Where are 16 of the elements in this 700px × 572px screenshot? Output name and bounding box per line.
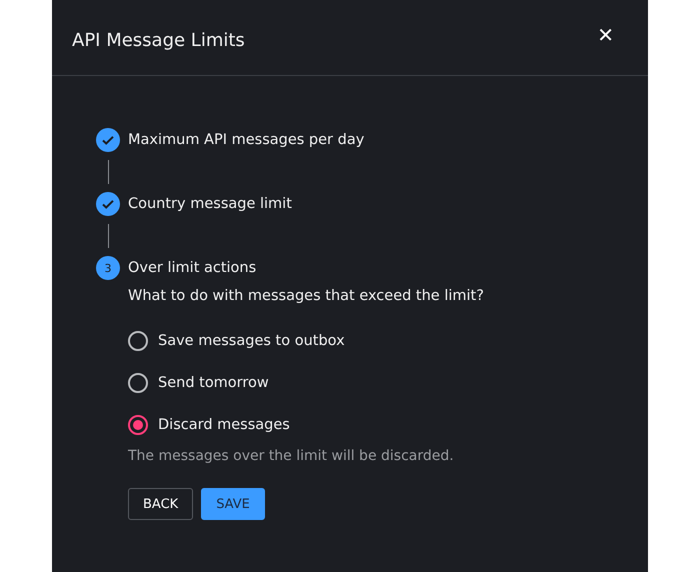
step-label: Maximum API messages per day bbox=[128, 132, 364, 148]
step-label: Country message limit bbox=[128, 196, 292, 212]
option-label[interactable]: Save messages to outbox bbox=[158, 333, 345, 349]
option-label[interactable]: Send tomorrow bbox=[158, 375, 269, 391]
hint-text: The messages over the limit will be discarded. bbox=[128, 448, 455, 464]
radio-button[interactable] bbox=[128, 331, 148, 351]
step-label: Over limit actions bbox=[128, 260, 256, 276]
step-number: 3 bbox=[96, 256, 120, 280]
radio-button[interactable] bbox=[128, 373, 148, 393]
close-button[interactable]: ✕ bbox=[597, 22, 614, 46]
dialog-title: API Message Limits bbox=[72, 30, 245, 51]
radio-button[interactable] bbox=[128, 415, 148, 435]
back-button[interactable]: BACK bbox=[128, 488, 194, 520]
option-label[interactable]: Discard messages bbox=[158, 417, 290, 433]
save-button[interactable]: SAVE bbox=[201, 488, 265, 520]
question-text: What to do with messages that exceed the limit? bbox=[128, 288, 485, 304]
